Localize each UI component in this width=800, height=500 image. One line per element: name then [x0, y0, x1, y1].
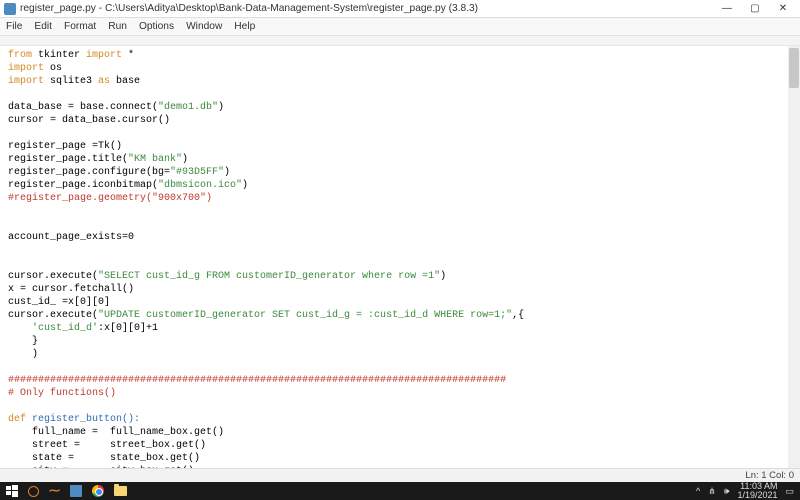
- code-token: register_page.title(: [8, 154, 128, 165]
- code-token: 'cust_id_d': [32, 323, 98, 334]
- close-button[interactable]: ✕: [776, 3, 790, 14]
- minimize-button[interactable]: —: [720, 3, 734, 14]
- code-token: "UPDATE customerID_generator SET cust_id…: [98, 310, 512, 321]
- tray-chevron-icon[interactable]: ^: [696, 486, 700, 496]
- menu-help[interactable]: Help: [234, 21, 255, 32]
- code-line: register_page =Tk(): [8, 141, 122, 152]
- menu-run[interactable]: Run: [108, 21, 127, 32]
- code-token: sqlite3: [44, 76, 98, 87]
- code-token: register_page.configure(bg=: [8, 167, 170, 178]
- notifications-icon[interactable]: ▭: [785, 486, 794, 497]
- code-token: ): [182, 154, 188, 165]
- menu-window[interactable]: Window: [186, 21, 222, 32]
- code-token: "SELECT cust_id_g FROM customerID_genera…: [98, 271, 440, 282]
- code-token: "demo1.db": [158, 102, 218, 113]
- menu-options[interactable]: Options: [139, 21, 174, 32]
- taskview-icon[interactable]: [70, 485, 82, 497]
- window-controls: — ▢ ✕: [720, 3, 796, 14]
- code-token: tkinter: [32, 50, 86, 61]
- code-token: import: [8, 76, 44, 87]
- code-line: #register_page.geometry("900x700"): [8, 193, 212, 204]
- code-line: }: [8, 336, 38, 347]
- code-token: import: [86, 50, 122, 61]
- system-clock[interactable]: 11:03 AM 1/19/2021: [737, 482, 777, 500]
- app-icon[interactable]: ⁓: [49, 486, 60, 497]
- code-token: as: [98, 76, 110, 87]
- code-line: cursor = data_base.cursor(): [8, 115, 170, 126]
- code-token: ): [224, 167, 230, 178]
- window-titlebar: register_page.py - C:\Users\Aditya\Deskt…: [0, 0, 800, 18]
- cursor-position: Ln: 1 Col: 0: [745, 470, 794, 481]
- cortana-icon[interactable]: [28, 486, 39, 497]
- taskbar-left: ⁓: [0, 485, 127, 497]
- code-line: cust_id_ =x[0][0]: [8, 297, 110, 308]
- code-line: x = cursor.fetchall(): [8, 284, 134, 295]
- code-token: register_button():: [26, 414, 140, 425]
- file-explorer-icon[interactable]: [114, 486, 127, 496]
- ruler-strip: [0, 36, 800, 46]
- vertical-scrollbar[interactable]: [788, 46, 800, 476]
- code-token: [8, 323, 32, 334]
- scrollbar-thumb[interactable]: [789, 48, 799, 88]
- menu-format[interactable]: Format: [64, 21, 96, 32]
- code-token: *: [122, 50, 134, 61]
- code-line: ): [8, 349, 38, 360]
- code-line: ########################################…: [8, 375, 506, 386]
- chrome-icon[interactable]: [92, 485, 104, 497]
- sound-icon[interactable]: 🕪: [724, 486, 730, 497]
- maximize-button[interactable]: ▢: [748, 3, 762, 14]
- code-token: "dbmsicon.ico": [158, 180, 242, 191]
- code-line: full_name = full_name_box.get(): [8, 427, 224, 438]
- code-token: data_base = base.connect(: [8, 102, 158, 113]
- code-token: ,{: [512, 310, 524, 321]
- code-token: register_page.iconbitmap(: [8, 180, 158, 191]
- status-bar: Ln: 1 Col: 0: [0, 468, 800, 482]
- code-token: base: [110, 76, 140, 87]
- code-token: cursor.execute(: [8, 310, 98, 321]
- wifi-icon[interactable]: ⋔: [708, 486, 716, 497]
- start-button[interactable]: [6, 485, 18, 497]
- code-token: ): [440, 271, 446, 282]
- python-file-icon: [4, 3, 16, 15]
- system-tray: ^ ⋔ 🕪 11:03 AM 1/19/2021 ▭: [696, 482, 800, 500]
- menu-edit[interactable]: Edit: [34, 21, 52, 32]
- code-line: # Only functions(): [8, 388, 116, 399]
- windows-taskbar: ⁓ ^ ⋔ 🕪 11:03 AM 1/19/2021 ▭: [0, 482, 800, 500]
- code-line: account_page_exists=0: [8, 232, 134, 243]
- code-token: cursor.execute(: [8, 271, 98, 282]
- code-token: os: [44, 63, 62, 74]
- code-line: street = street_box.get(): [8, 440, 206, 451]
- code-token: from: [8, 50, 32, 61]
- clock-date: 1/19/2021: [737, 491, 777, 500]
- code-token: "#93D5FF": [170, 167, 224, 178]
- code-token: :x[0][0]+1: [98, 323, 158, 334]
- code-line: state = state_box.get(): [8, 453, 200, 464]
- menu-file[interactable]: File: [6, 21, 22, 32]
- window-title: register_page.py - C:\Users\Aditya\Deskt…: [20, 3, 720, 14]
- code-token: def: [8, 414, 26, 425]
- code-token: ): [218, 102, 224, 113]
- menubar: File Edit Format Run Options Window Help: [0, 18, 800, 36]
- editor-area: from tkinter import * import os import s…: [0, 46, 800, 476]
- code-token: import: [8, 63, 44, 74]
- code-editor[interactable]: from tkinter import * import os import s…: [0, 46, 800, 476]
- code-token: "KM bank": [128, 154, 182, 165]
- code-token: ): [242, 180, 248, 191]
